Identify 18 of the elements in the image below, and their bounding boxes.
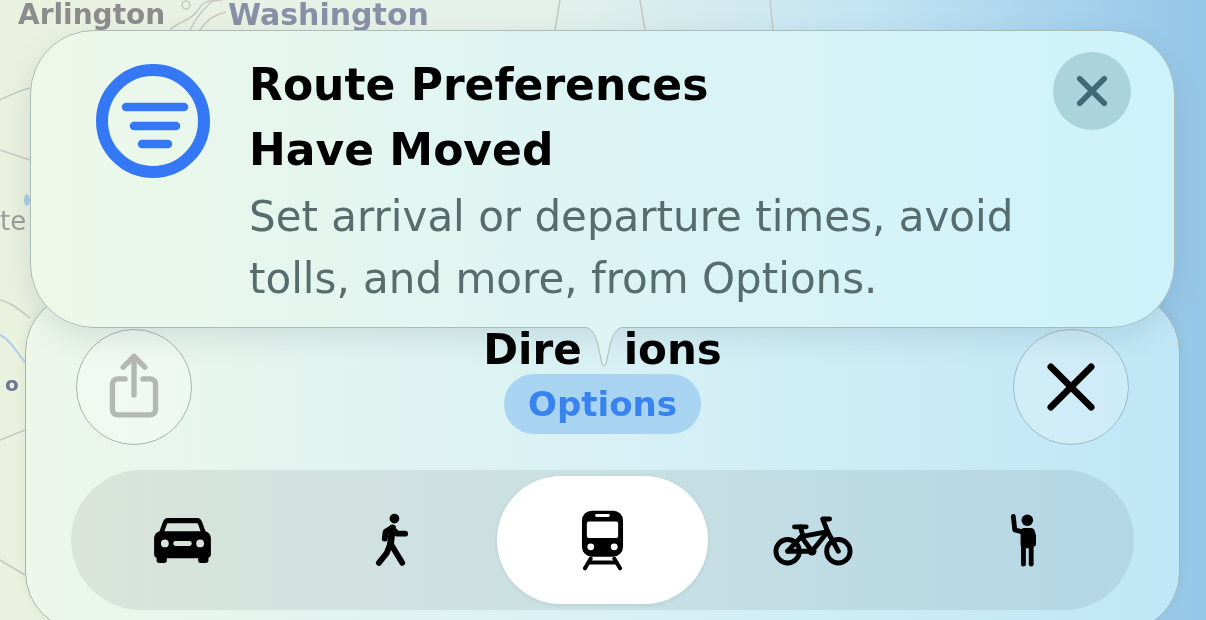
close-icon [1076,75,1108,107]
filter-icon [96,64,210,178]
map-label: o [5,374,19,394]
train-icon [580,509,625,571]
sheet-title: ions [623,329,722,371]
sheet-title: Dire [483,329,582,371]
map-label: Washington [228,0,429,30]
bicycle-icon [772,514,853,566]
car-icon [152,516,212,564]
popover-title: Route Preferences Have Moved [249,58,710,177]
map-label: Arlington [18,1,166,29]
share-icon [107,353,161,421]
options-button[interactable]: Options [504,374,701,434]
close-icon [1047,363,1095,411]
person-waving-icon [1009,512,1037,568]
map-label: te [0,208,27,234]
popover-message: Set arrival or departure times, avoid tolls, and more, from Options. [249,191,1015,305]
walking-person-icon [374,512,410,568]
